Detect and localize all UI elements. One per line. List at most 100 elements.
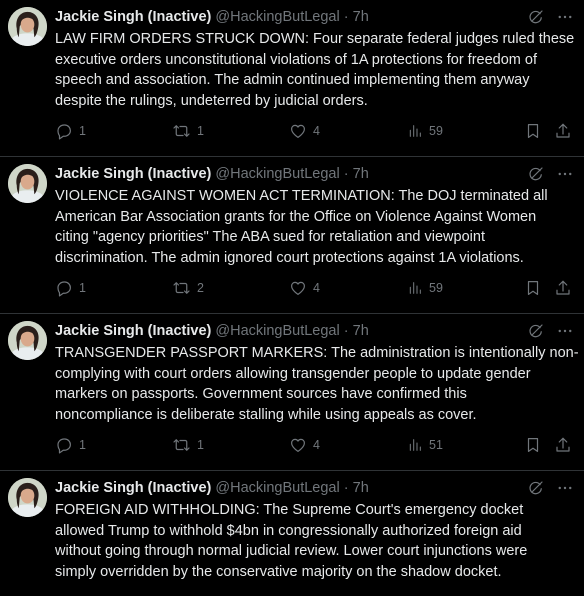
timestamp[interactable]: 7h (353, 9, 369, 25)
tweet[interactable]: Jackie Singh (Inactive) @HackingButLegal… (0, 157, 584, 314)
action-bar: 1 1 4 59 (0, 121, 584, 143)
views-icon-graphic (409, 125, 421, 137)
author-name[interactable]: Jackie Singh (Inactive) (55, 323, 211, 339)
tweet-text-line: TRANSGENDER PASSPORT MARKERS: The admini… (55, 345, 579, 361)
grok-icon[interactable] (527, 479, 545, 497)
like-button[interactable]: 4 (289, 435, 320, 455)
author-name[interactable]: Jackie Singh (Inactive) (55, 166, 211, 182)
tweet[interactable]: Jackie Singh (Inactive) @HackingButLegal… (0, 471, 584, 596)
bookmark-icon-graphic (527, 281, 539, 295)
bookmark-icon (524, 122, 542, 140)
tweet-text-line: noncompliance is deliberate stalling whi… (55, 406, 477, 423)
more-icon[interactable] (556, 322, 574, 340)
tweet-text-line: citing "agency priorities" The ABA sued … (55, 229, 485, 245)
avatar-photo (8, 164, 47, 203)
bookmark-button[interactable] (524, 435, 542, 455)
tweet-text: TRANSGENDER PASSPORT MARKERS: The admini… (55, 343, 579, 425)
avatar[interactable] (8, 7, 47, 46)
tweet-text-line: markers on passports. Government sources… (55, 386, 467, 402)
more-icon-graphic (558, 486, 572, 490)
author-name[interactable]: Jackie Singh (Inactive) (55, 480, 211, 496)
views-icon-graphic (409, 282, 421, 294)
like-icon (289, 279, 307, 297)
views-icon (407, 436, 423, 454)
reply-icon-graphic (57, 438, 71, 454)
tweet[interactable]: Jackie Singh (Inactive) @HackingButLegal… (0, 314, 584, 471)
author-handle[interactable]: @HackingButLegal (215, 323, 339, 339)
separator-dot: · (343, 166, 349, 182)
grok-icon-graphic (529, 324, 543, 338)
timestamp[interactable]: 7h (353, 323, 369, 339)
views-button[interactable]: 59 (407, 278, 443, 298)
like-icon-graphic (291, 124, 305, 138)
bookmark-icon-graphic (527, 438, 539, 452)
grok-icon-graphic (529, 10, 543, 24)
views-count: 51 (429, 438, 443, 452)
grok-icon[interactable] (527, 322, 545, 340)
share-button[interactable] (554, 435, 572, 455)
repost-icon-graphic (173, 125, 190, 137)
tweet-text: LAW FIRM ORDERS STRUCK DOWN: Four separa… (55, 29, 575, 111)
share-button[interactable] (554, 121, 572, 141)
views-count: 59 (429, 281, 443, 295)
bookmark-button[interactable] (524, 121, 542, 141)
views-button[interactable]: 51 (407, 435, 443, 455)
author-handle[interactable]: @HackingButLegal (215, 480, 339, 496)
views-button[interactable]: 59 (407, 121, 443, 141)
tweet-text-line: LAW FIRM ORDERS STRUCK DOWN: Four separa… (55, 31, 575, 47)
tweet-text-line: without going through normal judicial re… (55, 543, 528, 559)
share-icon-graphic (556, 280, 570, 295)
grok-icon[interactable] (527, 8, 545, 26)
more-icon[interactable] (556, 8, 574, 26)
author-handle[interactable]: @HackingButLegal (215, 166, 339, 182)
avatar[interactable] (8, 321, 47, 360)
like-icon (289, 436, 307, 454)
bookmark-icon (524, 436, 542, 454)
like-button[interactable]: 4 (289, 121, 320, 141)
more-icon[interactable] (556, 479, 574, 497)
tweet-text-line: simply overridden by the conservative ma… (55, 563, 502, 580)
repost-button[interactable]: 2 (172, 278, 204, 298)
reply-button[interactable]: 1 (55, 435, 86, 455)
reply-button[interactable]: 1 (55, 121, 86, 141)
repost-button[interactable]: 1 (172, 121, 204, 141)
views-icon (407, 279, 423, 297)
repost-icon-graphic (173, 282, 190, 294)
tweet-header: Jackie Singh (Inactive) @HackingButLegal… (55, 322, 369, 340)
timestamp[interactable]: 7h (353, 166, 369, 182)
share-icon (554, 436, 572, 454)
repost-button[interactable]: 1 (172, 435, 204, 455)
repost-icon (172, 436, 191, 454)
avatar-photo (8, 7, 47, 46)
avatar[interactable] (8, 164, 47, 203)
tweet[interactable]: Jackie Singh (Inactive) @HackingButLegal… (0, 0, 584, 157)
reply-button[interactable]: 1 (55, 278, 86, 298)
more-icon-graphic (558, 172, 572, 176)
share-icon (554, 279, 572, 297)
timestamp[interactable]: 7h (353, 480, 369, 496)
more-icon[interactable] (556, 165, 574, 183)
more-icon-graphic (558, 329, 572, 333)
tweet-text-line: complying with court orders allowing tra… (55, 365, 531, 382)
repost-icon-graphic (173, 439, 190, 451)
author-name[interactable]: Jackie Singh (Inactive) (55, 9, 211, 25)
more-icon-graphic (558, 15, 572, 19)
share-icon-graphic (556, 123, 570, 138)
like-button[interactable]: 4 (289, 278, 320, 298)
tweet-text-line: executive orders unconstitutional violat… (55, 51, 537, 68)
tweet-header: Jackie Singh (Inactive) @HackingButLegal… (55, 8, 369, 26)
repost-count: 1 (197, 124, 204, 138)
reply-count: 1 (79, 124, 86, 138)
bookmark-button[interactable] (524, 278, 542, 298)
repost-count: 1 (197, 438, 204, 452)
avatar[interactable] (8, 478, 47, 517)
reply-icon (55, 122, 73, 140)
share-button[interactable] (554, 278, 572, 298)
share-icon (554, 122, 572, 140)
like-icon-graphic (291, 438, 305, 452)
tweet-text: FOREIGN AID WITHHOLDING: The Supreme Cou… (55, 500, 573, 582)
separator-dot: · (343, 323, 349, 339)
author-handle[interactable]: @HackingButLegal (215, 9, 339, 25)
grok-icon[interactable] (527, 165, 545, 183)
tweet-header: Jackie Singh (Inactive) @HackingButLegal… (55, 165, 369, 183)
